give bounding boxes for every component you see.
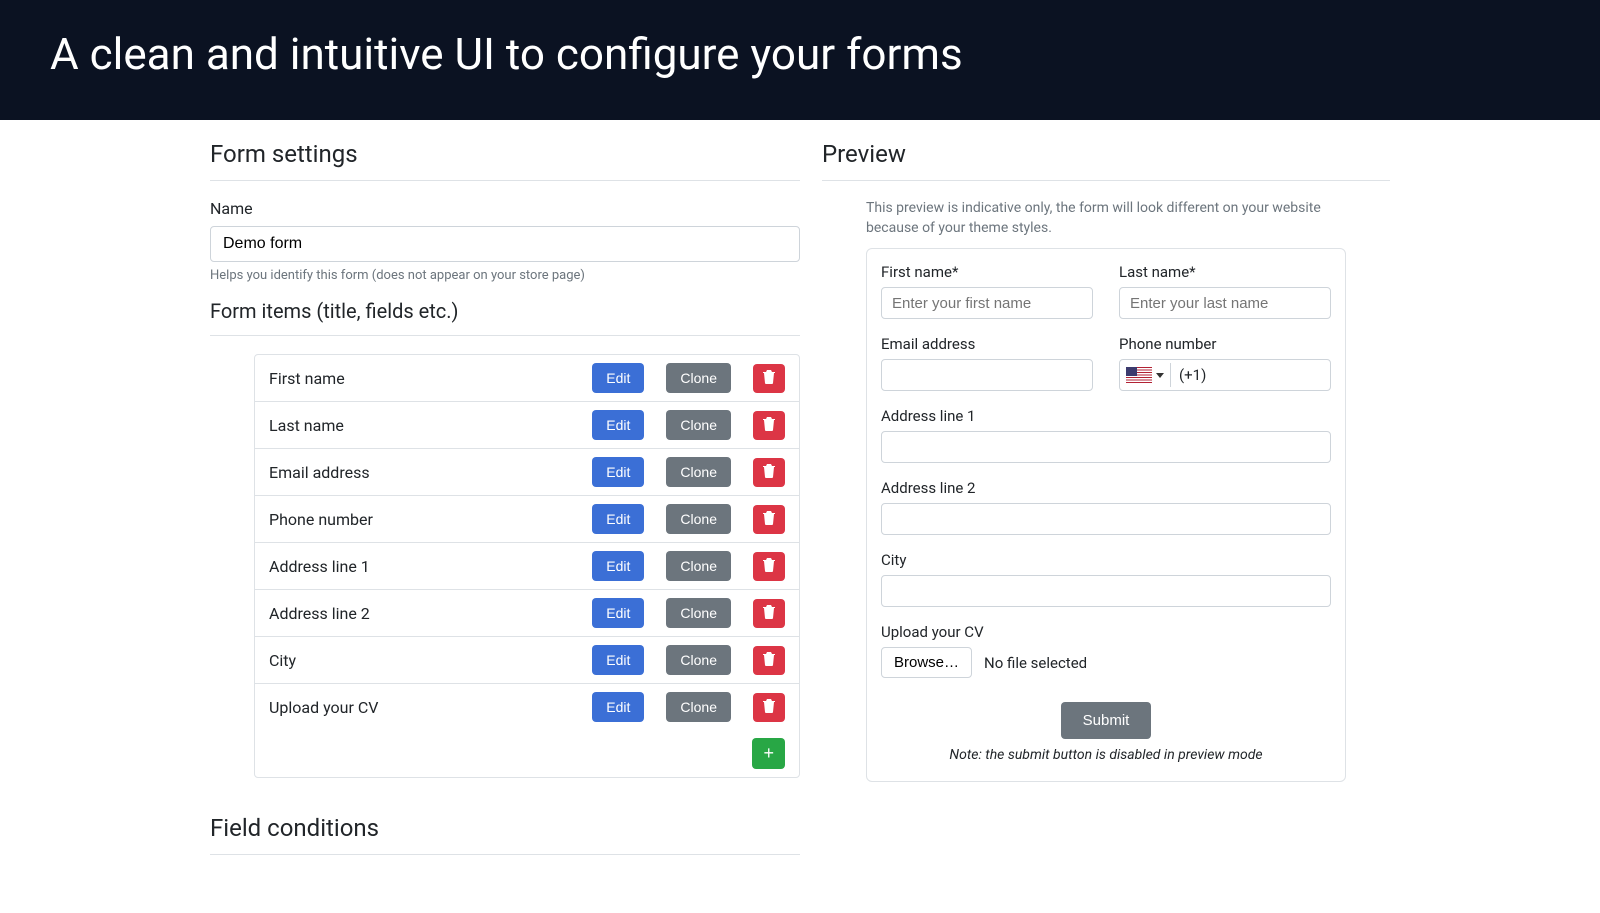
delete-button[interactable]	[753, 552, 785, 581]
clone-button[interactable]: Clone	[666, 692, 731, 722]
form-item-row: Address line 2Edit Clone	[255, 590, 799, 637]
delete-button[interactable]	[753, 599, 785, 628]
last-name-input[interactable]	[1119, 287, 1331, 319]
form-item-label: Last name	[269, 416, 592, 435]
address1-input[interactable]	[881, 431, 1331, 463]
form-item-label: Address line 2	[269, 604, 592, 623]
form-item-label: Email address	[269, 463, 592, 482]
clone-button[interactable]: Clone	[666, 645, 731, 675]
phone-prefix: (+1)	[1171, 362, 1214, 388]
divider	[210, 335, 800, 336]
city-label: City	[881, 551, 1331, 569]
preview-hint-text: This preview is indicative only, the for…	[822, 199, 1390, 238]
us-flag-icon	[1126, 367, 1152, 383]
edit-button[interactable]: Edit	[592, 504, 644, 534]
chevron-down-icon	[1156, 373, 1164, 378]
first-name-label: First name*	[881, 263, 1093, 281]
clone-button[interactable]: Clone	[666, 551, 731, 581]
email-input[interactable]	[881, 359, 1093, 391]
form-items-table: First nameEditCloneLast nameEditCloneEma…	[254, 354, 800, 778]
first-name-input[interactable]	[881, 287, 1093, 319]
phone-label: Phone number	[1119, 335, 1331, 353]
divider	[210, 180, 800, 181]
delete-button[interactable]	[753, 458, 785, 487]
last-name-label: Last name*	[1119, 263, 1331, 281]
upload-label: Upload your CV	[881, 623, 1331, 641]
email-label: Email address	[881, 335, 1093, 353]
no-file-text: No file selected	[984, 654, 1087, 672]
delete-button[interactable]	[753, 693, 785, 722]
trash-icon	[763, 559, 775, 575]
form-item-row: Address line 1Edit Clone	[255, 543, 799, 590]
edit-button[interactable]: Edit	[592, 645, 644, 675]
clone-button[interactable]: Clone	[666, 598, 731, 628]
form-settings-heading: Form settings	[210, 140, 800, 168]
address2-label: Address line 2	[881, 479, 1331, 497]
form-item-label: Address line 1	[269, 557, 592, 576]
clone-button[interactable]: Clone	[666, 457, 731, 487]
form-item-label: City	[269, 651, 592, 670]
trash-icon	[763, 700, 775, 716]
trash-icon	[763, 418, 775, 434]
submit-note: Note: the submit button is disabled in p…	[881, 747, 1331, 763]
clone-button[interactable]: Clone	[666, 410, 731, 440]
trash-icon	[763, 465, 775, 481]
name-help-text: Helps you identify this form (does not a…	[210, 268, 800, 283]
delete-button[interactable]	[753, 411, 785, 440]
city-input[interactable]	[881, 575, 1331, 607]
name-input[interactable]	[210, 226, 800, 262]
trash-icon	[763, 512, 775, 528]
add-item-button[interactable]: +	[752, 738, 785, 769]
submit-button[interactable]: Submit	[1061, 702, 1152, 739]
delete-button[interactable]	[753, 646, 785, 675]
clone-button[interactable]: Clone	[666, 363, 731, 393]
form-item-row: CityEdit Clone	[255, 637, 799, 684]
hero-banner: A clean and intuitive UI to configure yo…	[0, 0, 1600, 120]
trash-icon	[763, 606, 775, 622]
form-item-row: First nameEdit Clone	[255, 355, 799, 402]
field-conditions-heading: Field conditions	[210, 814, 800, 842]
form-item-label: Phone number	[269, 510, 592, 529]
edit-button[interactable]: Edit	[592, 410, 644, 440]
edit-button[interactable]: Edit	[592, 692, 644, 722]
edit-button[interactable]: Edit	[592, 457, 644, 487]
edit-button[interactable]: Edit	[592, 598, 644, 628]
trash-icon	[763, 371, 775, 387]
add-item-row: +	[255, 730, 799, 777]
form-item-row: Email addressEdit Clone	[255, 449, 799, 496]
form-item-label: First name	[269, 369, 592, 388]
form-items-heading: Form items (title, fields etc.)	[210, 299, 800, 323]
form-item-label: Upload your CV	[269, 698, 592, 717]
divider	[822, 180, 1390, 181]
name-label: Name	[210, 199, 800, 218]
trash-icon	[763, 653, 775, 669]
address1-label: Address line 1	[881, 407, 1331, 425]
clone-button[interactable]: Clone	[666, 504, 731, 534]
edit-button[interactable]: Edit	[592, 363, 644, 393]
address2-input[interactable]	[881, 503, 1331, 535]
delete-button[interactable]	[753, 364, 785, 393]
divider	[210, 854, 800, 855]
delete-button[interactable]	[753, 505, 785, 534]
preview-heading: Preview	[822, 140, 1390, 168]
preview-panel: First name* Last name* Email address Pho…	[866, 248, 1346, 782]
browse-button[interactable]: Browse…	[881, 647, 972, 678]
edit-button[interactable]: Edit	[592, 551, 644, 581]
form-item-row: Last nameEdit Clone	[255, 402, 799, 449]
form-item-row: Phone numberEdit Clone	[255, 496, 799, 543]
hero-title: A clean and intuitive UI to configure yo…	[50, 28, 1550, 80]
phone-input-group: (+1)	[1119, 359, 1331, 391]
form-item-row: Upload your CVEdit Clone	[255, 684, 799, 730]
country-code-selector[interactable]	[1120, 363, 1171, 387]
